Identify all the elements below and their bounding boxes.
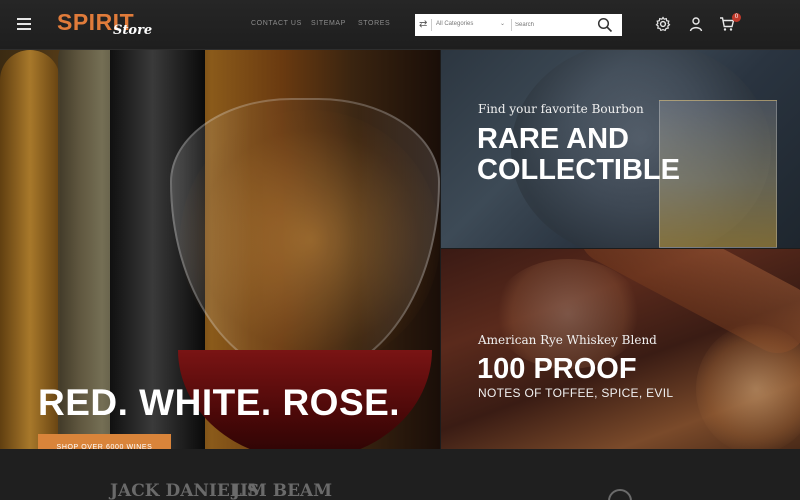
cart-count-badge: 0 [732, 13, 741, 22]
swap-icon[interactable]: ⇄ [419, 19, 427, 30]
banner-subtitle: Find your favorite Bourbon [478, 102, 644, 116]
search-input[interactable] [515, 16, 595, 34]
whiskey-glass-image [696, 324, 800, 449]
logo-subtext: Store [113, 23, 153, 38]
divider [431, 19, 432, 31]
menu-icon[interactable] [17, 18, 31, 30]
chevron-down-icon[interactable]: ⌄ [500, 20, 505, 27]
nav-sitemap[interactable]: SITEMAP [311, 20, 346, 27]
category-select[interactable]: All Categories [436, 21, 473, 27]
brand-logo-jim-beam[interactable]: JIM BEAM [232, 481, 332, 500]
search-icon[interactable] [597, 17, 613, 33]
brand-seal-icon[interactable] [608, 489, 632, 500]
banner-title: RARE AND COLLECTIBLE [477, 123, 680, 186]
nav-stores[interactable]: STORES [358, 20, 390, 27]
banner-title: 100 PROOF [477, 353, 637, 385]
banner-bourbon[interactable]: Find your favorite Bourbon RARE AND COLL… [441, 50, 800, 248]
user-icon[interactable] [688, 16, 704, 32]
brand-strip: JACK DANIEL'S JIM BEAM [0, 449, 800, 500]
nav-contact-us[interactable]: CONTACT US [251, 20, 302, 27]
banner-subtitle: American Rye Whiskey Blend [478, 333, 657, 347]
logo[interactable]: SPIRIT Store [57, 9, 157, 41]
divider [511, 19, 512, 31]
banner-description: NOTES OF TOFFEE, SPICE, EVIL [478, 386, 674, 400]
banner-rye-whiskey[interactable]: American Rye Whiskey Blend 100 PROOF NOT… [441, 249, 800, 449]
gear-icon[interactable] [655, 16, 671, 32]
wine-glass-image [170, 98, 440, 378]
hero-banner-wines[interactable]: RED. WHITE. ROSE. SHOP OVER 6000 WINES [0, 50, 440, 449]
header: SPIRIT Store CONTACT US SITEMAP STORES ⇄… [0, 0, 800, 50]
search-bar: ⇄ All Categories ⌄ [415, 14, 622, 36]
shop-wines-button[interactable]: SHOP OVER 6000 WINES [38, 434, 171, 449]
hero-title: RED. WHITE. ROSE. [38, 382, 401, 423]
